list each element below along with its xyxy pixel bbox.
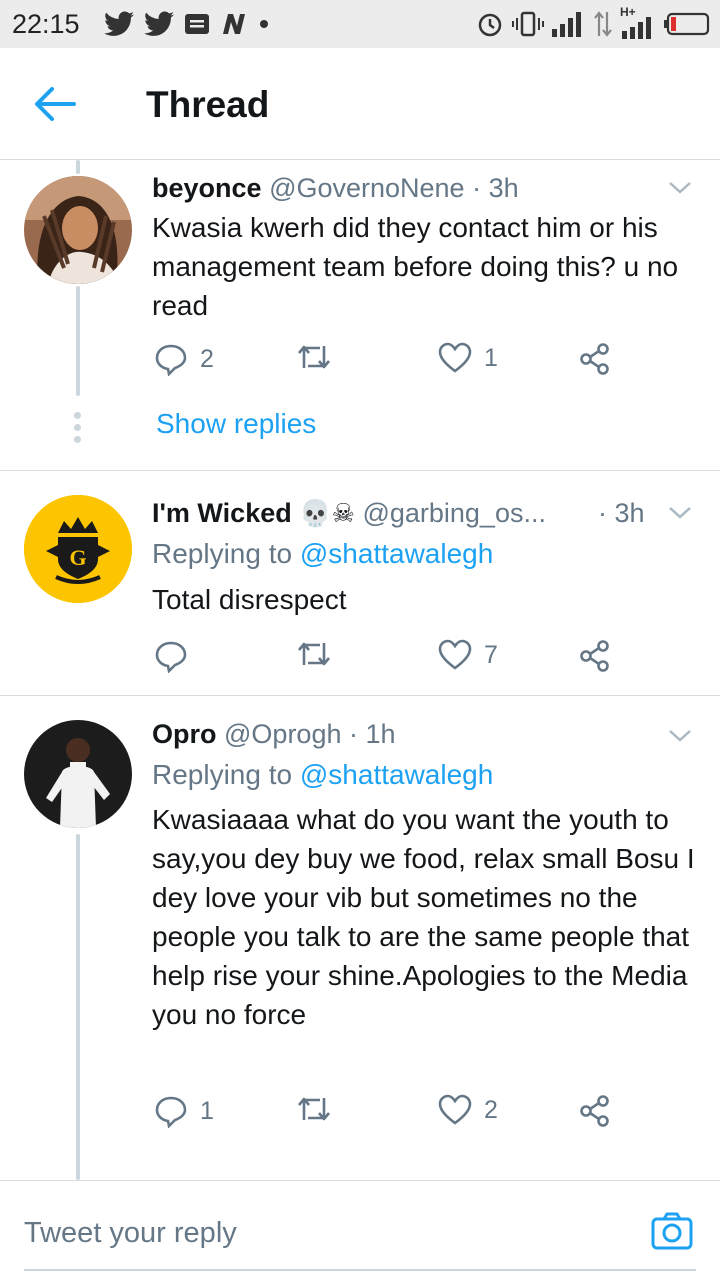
heart-icon: [438, 639, 472, 670]
like-button[interactable]: 7: [438, 639, 498, 671]
thread-line-top: [76, 160, 80, 174]
like-count: 1: [484, 343, 498, 372]
tweet-2[interactable]: G I'm Wicked 💀☠ @garbing_os... · 3h Repl…: [0, 471, 720, 695]
tweet-header: Opro @Oprogh · 1h: [152, 716, 396, 752]
display-name[interactable]: beyonce: [152, 173, 262, 203]
share-icon: [580, 1095, 609, 1127]
retweet-button[interactable]: [296, 639, 344, 669]
separator-dot: ·: [472, 173, 482, 203]
page-title: Thread: [146, 84, 270, 125]
heart-icon: [438, 342, 472, 373]
heart-icon: [438, 1094, 472, 1125]
display-name[interactable]: Opro: [152, 719, 217, 749]
tweet-text: Kwasiaaaa what do you want the youth to …: [152, 804, 695, 1030]
reply-icon: [155, 641, 187, 673]
show-replies-link[interactable]: Show replies: [156, 408, 316, 440]
notification-icons: [104, 11, 270, 37]
share-button[interactable]: [578, 639, 612, 673]
chevron-down-icon[interactable]: [668, 724, 692, 748]
timestamp-group: · 3h: [598, 495, 645, 531]
share-icon: [580, 343, 609, 375]
thread-line: [76, 834, 80, 1180]
replying-to-prefix: Replying to: [152, 759, 293, 790]
alarm-icon: [478, 13, 502, 37]
avatar[interactable]: [24, 176, 132, 284]
replying-to-prefix: Replying to: [152, 538, 293, 569]
reply-count: 2: [200, 344, 214, 373]
tweet-header: I'm Wicked 💀☠ @garbing_os...: [152, 495, 546, 531]
vibrate-icon: [512, 11, 544, 37]
reply-button[interactable]: 1: [154, 1094, 214, 1128]
reply-composer: [0, 1180, 720, 1280]
retweet-button[interactable]: [296, 1094, 344, 1124]
status-time: 22:15: [12, 9, 80, 39]
twitter-icon: [144, 11, 174, 36]
separator-dot: ·: [598, 498, 607, 528]
message-icon: [185, 14, 209, 34]
signal-icon: [552, 12, 581, 37]
avatar[interactable]: [24, 720, 132, 828]
replying-to-handle[interactable]: @shattawalegh: [300, 538, 493, 569]
timestamp: 3h: [614, 498, 645, 528]
reply-button[interactable]: 2: [154, 342, 214, 376]
tweet-actions: 7: [154, 639, 624, 675]
retweet-icon: [298, 345, 330, 369]
share-button[interactable]: [578, 1094, 612, 1128]
dot-icon: [260, 20, 268, 28]
share-button[interactable]: [578, 342, 612, 376]
data-arrows-icon: [594, 11, 612, 37]
retweet-icon: [298, 1097, 330, 1121]
avatar[interactable]: G: [24, 495, 132, 603]
retweet-icon: [298, 642, 330, 666]
tweet-text: Total disrespect: [152, 584, 347, 615]
status-bar: 22:15 H+: [0, 0, 720, 48]
tweet-header: beyonce @GovernoNene · 3h: [152, 170, 519, 206]
arrow-left-icon[interactable]: [32, 84, 76, 124]
system-icons: H+: [476, 5, 710, 39]
svg-text:G: G: [69, 545, 86, 570]
share-icon: [580, 640, 609, 672]
tweet-actions: 1 2: [154, 1094, 624, 1130]
thread-dots: [74, 412, 82, 443]
reply-button[interactable]: [154, 639, 200, 673]
reply-input-underline: [24, 1269, 696, 1271]
chevron-down-icon[interactable]: [668, 501, 692, 525]
timestamp: 3h: [488, 173, 519, 203]
reply-icon: [155, 1096, 187, 1128]
hplus-signal-icon: H+: [620, 5, 656, 39]
tweet-3[interactable]: Opro @Oprogh · 1h Replying to @shattawal…: [0, 696, 720, 1180]
thread-line: [76, 286, 80, 396]
display-name[interactable]: I'm Wicked: [152, 498, 292, 528]
like-count: 2: [484, 1095, 498, 1124]
tweet-actions: 2 1: [154, 342, 624, 378]
retweet-button[interactable]: [296, 342, 344, 372]
user-handle[interactable]: @garbing_os...: [362, 498, 546, 528]
reply-count: 1: [200, 1096, 214, 1125]
replying-to: Replying to @shattawalegh: [152, 757, 493, 793]
reply-icon: [155, 344, 187, 376]
reply-input[interactable]: [24, 1211, 624, 1255]
tweet-1[interactable]: beyonce @GovernoNene · 3h Kwasia kwerh d…: [0, 160, 720, 470]
replying-to-handle[interactable]: @shattawalegh: [300, 759, 493, 790]
n-app-icon: [223, 14, 245, 34]
battery-icon: [664, 12, 710, 36]
camera-icon[interactable]: [650, 1209, 694, 1253]
tweet-text: Kwasia kwerh did they contact him or his…: [152, 212, 679, 321]
chevron-down-icon[interactable]: [668, 176, 692, 200]
replying-to: Replying to @shattawalegh: [152, 536, 493, 572]
twitter-icon: [104, 11, 134, 36]
name-emojis: 💀☠: [299, 498, 355, 528]
user-handle[interactable]: @Oprogh: [224, 719, 341, 749]
thread-header: Thread: [0, 48, 720, 160]
user-handle[interactable]: @GovernoNene: [269, 173, 465, 203]
timestamp: 1h: [365, 719, 396, 749]
like-button[interactable]: 2: [438, 1094, 498, 1126]
like-button[interactable]: 1: [438, 342, 498, 374]
like-count: 7: [484, 640, 498, 669]
separator-dot: ·: [349, 719, 358, 749]
